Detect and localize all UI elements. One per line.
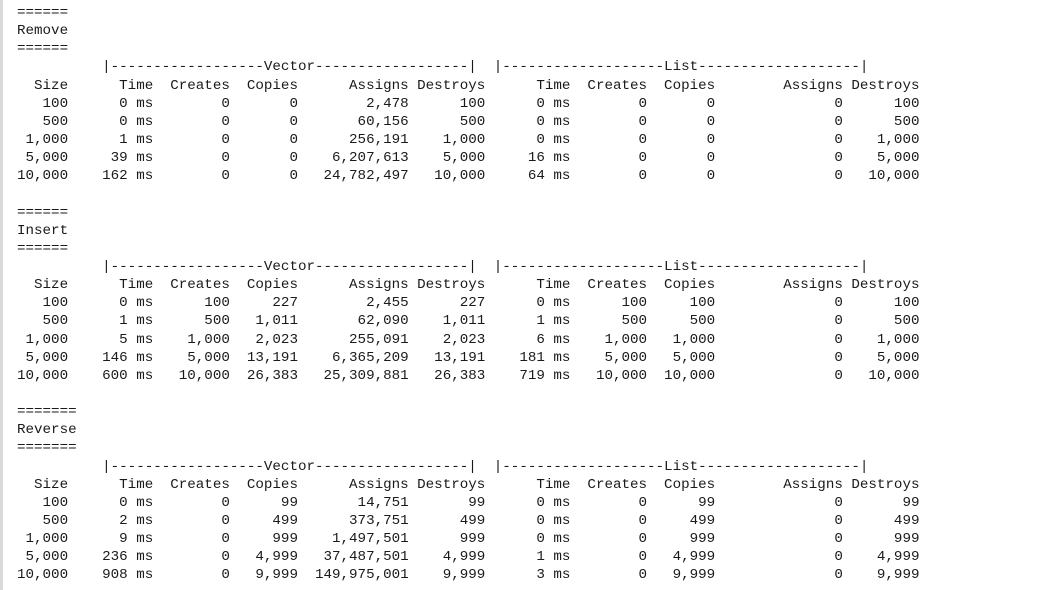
console-line: ======	[17, 41, 69, 58]
console-line: 10,000 162 ms 0 0 24,782,497 10,000 64 m…	[17, 168, 920, 185]
console-line: 1,000 5 ms 1,000 2,023 255,091 2,023 6 m…	[17, 331, 920, 348]
console-line: Remove	[17, 23, 69, 40]
console-line: 10,000 600 ms 10,000 26,383 25,309,881 2…	[17, 367, 920, 384]
console-line: 500 2 ms 0 499 373,751 499 0 ms 0 499 0 …	[17, 512, 920, 529]
console-line: 100 0 ms 100 227 2,455 227 0 ms 100 100 …	[17, 295, 920, 312]
console-line: 500 0 ms 0 0 60,156 500 0 ms 0 0 0 500	[17, 113, 920, 130]
console-line: 10,000 908 ms 0 9,999 149,975,001 9,999 …	[17, 567, 920, 584]
console-line: |------------------Vector---------------…	[17, 458, 869, 475]
console-line: Insert	[17, 222, 69, 239]
console-line: |------------------Vector---------------…	[17, 258, 869, 275]
console-line: Size Time Creates Copies Assigns Destroy…	[17, 476, 920, 493]
console-line: =======	[17, 440, 77, 457]
console-line: ======	[17, 204, 69, 221]
console-line: 1,000 9 ms 0 999 1,497,501 999 0 ms 0 99…	[17, 531, 920, 548]
console-line: 1,000 1 ms 0 0 256,191 1,000 0 ms 0 0 0 …	[17, 131, 920, 148]
console-line: 5,000 146 ms 5,000 13,191 6,365,209 13,1…	[17, 349, 920, 366]
console-line: 500 1 ms 500 1,011 62,090 1,011 1 ms 500…	[17, 313, 920, 330]
console-line: Reverse	[17, 422, 77, 439]
console-window[interactable]: ====== Remove ====== |------------------Ve…	[0, 0, 1043, 590]
console-line: =======	[17, 404, 77, 421]
console-line: Size Time Creates Copies Assigns Destroy…	[17, 277, 920, 294]
console-line: 100 0 ms 0 99 14,751 99 0 ms 0 99 0 99	[17, 494, 920, 511]
console-line: 5,000 39 ms 0 0 6,207,613 5,000 16 ms 0 …	[17, 150, 920, 167]
console-line: ======	[17, 5, 69, 21]
console-line: 100 0 ms 0 0 2,478 100 0 ms 0 0 0 100	[17, 95, 920, 112]
console-line: ======	[17, 240, 69, 257]
console-line: Size Time Creates Copies Assigns Destroy…	[17, 77, 920, 94]
console-line: |------------------Vector---------------…	[17, 59, 869, 76]
console-line: 5,000 236 ms 0 4,999 37,487,501 4,999 1 …	[17, 549, 920, 566]
console-output: ====== Remove ====== |------------------Ve…	[3, 0, 1043, 585]
